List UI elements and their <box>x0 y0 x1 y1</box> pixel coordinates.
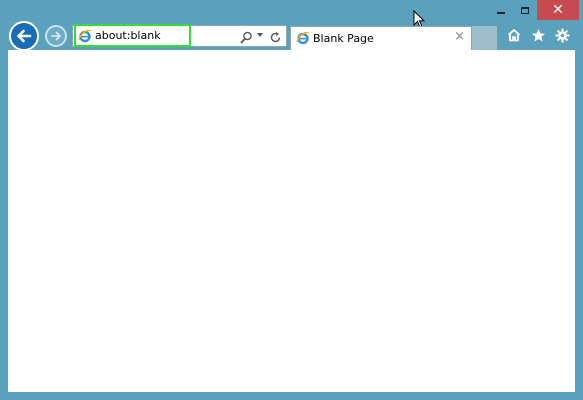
favorites-star-icon[interactable] <box>529 26 547 44</box>
url-input[interactable]: about:blank <box>95 29 161 42</box>
browser-window: ✕ about:blank Blank Page × <box>0 0 583 400</box>
ie-logo-icon <box>296 30 310 49</box>
page-content-area[interactable] <box>8 50 575 392</box>
tab-title: Blank Page <box>313 32 374 45</box>
maximize-icon <box>521 6 529 14</box>
forward-button[interactable] <box>45 25 67 47</box>
tab-blank-page[interactable]: Blank Page × <box>290 26 472 50</box>
back-arrow-icon <box>17 29 32 43</box>
minimize-icon <box>497 12 505 14</box>
maximize-button[interactable] <box>513 0 537 20</box>
dropdown-icon[interactable] <box>257 33 263 37</box>
close-icon: ✕ <box>552 2 564 18</box>
forward-arrow-icon <box>51 31 61 41</box>
ie-logo-icon <box>78 28 92 47</box>
home-icon[interactable] <box>505 26 523 44</box>
search-icon[interactable] <box>240 29 253 48</box>
back-button[interactable] <box>9 21 39 51</box>
address-bar[interactable]: about:blank <box>72 25 287 47</box>
tab-close-icon[interactable]: × <box>454 30 465 44</box>
toolbar-icons <box>505 26 571 44</box>
settings-gear-icon[interactable] <box>553 26 571 44</box>
refresh-icon[interactable] <box>269 29 282 48</box>
new-tab-button[interactable] <box>472 26 497 50</box>
minimize-button[interactable] <box>489 0 513 20</box>
window-controls: ✕ <box>489 0 579 20</box>
close-button[interactable]: ✕ <box>537 0 579 20</box>
